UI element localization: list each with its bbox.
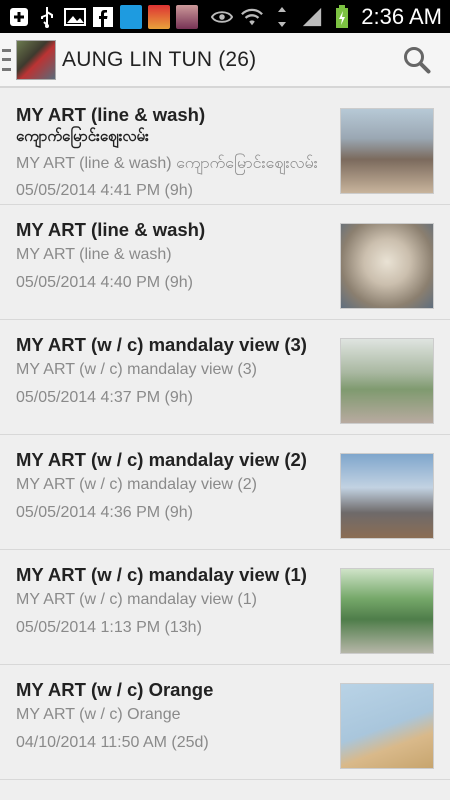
list-item[interactable]: MY ART (w / c) mandalay view (2) MY ART … [0, 435, 450, 550]
thumbnail-image[interactable] [340, 223, 434, 309]
thumbnail-image[interactable] [340, 108, 434, 194]
thumbnail-image[interactable] [340, 683, 434, 769]
drawer-icon[interactable] [2, 48, 12, 71]
usb-icon [36, 6, 58, 28]
page-title: AUNG LIN TUN (26) [62, 47, 257, 71]
post-list: MY ART (line & wash) ကျောက်မြောင်းဈေးလမ်… [0, 90, 450, 780]
eye-icon [211, 6, 234, 28]
post-description: MY ART (w / c) Orange [16, 706, 181, 723]
post-title: MY ART (line & wash) [16, 219, 206, 240]
thumbnail-image[interactable] [340, 568, 434, 654]
list-item[interactable]: MY ART (w / c) mandalay view (3) MY ART … [0, 320, 450, 435]
post-description: MY ART (w / c) mandalay view (3) [16, 361, 257, 378]
thumbnail-image[interactable] [340, 338, 434, 424]
list-item[interactable]: MY ART (w / c) Orange MY ART (w / c) Ora… [0, 665, 450, 780]
thumbnail-image[interactable] [340, 453, 434, 539]
clock: 2:36 AM [361, 3, 442, 29]
list-item[interactable]: MY ART (line & wash) MY ART (line & wash… [0, 205, 450, 320]
post-title: MY ART (w / c) mandalay view (2) [16, 449, 307, 470]
system-icons: 2:36 AM [211, 4, 442, 30]
signal-icon [301, 6, 323, 28]
action-bar: AUNG LIN TUN (26) [0, 33, 450, 88]
data-arrows-icon [271, 6, 293, 28]
facebook-icon [92, 6, 114, 28]
avatar[interactable] [16, 39, 56, 80]
post-description: MY ART (w / c) mandalay view (1) [16, 591, 257, 608]
post-title: MY ART (line & wash) [16, 104, 206, 125]
post-title: MY ART (w / c) Orange [16, 679, 214, 700]
battery-charging-icon [331, 4, 353, 28]
post-description: MY ART (line & wash) [16, 246, 172, 263]
status-bar: 2:36 AM [0, 0, 450, 33]
list-item[interactable]: MY ART (line & wash) ကျောက်မြောင်းဈေးလမ်… [0, 90, 450, 205]
post-description: MY ART (w / c) mandalay view (2) [16, 476, 257, 493]
app-icon-3 [176, 4, 198, 29]
wifi-icon [241, 6, 264, 28]
search-icon[interactable] [402, 45, 432, 75]
notification-icons [8, 4, 198, 29]
post-title: MY ART (w / c) mandalay view (3) [16, 334, 307, 355]
post-title: MY ART (w / c) mandalay view (1) [16, 564, 307, 585]
post-description: MY ART (line & wash) ကျောက်မြောင်းဈေးလမ်… [16, 155, 318, 172]
list-item[interactable]: MY ART (w / c) mandalay view (1) MY ART … [0, 550, 450, 665]
image-icon [64, 6, 86, 28]
app-icon-2 [148, 4, 170, 29]
app-icon-1 [120, 4, 142, 29]
plus-box-icon [8, 6, 30, 28]
